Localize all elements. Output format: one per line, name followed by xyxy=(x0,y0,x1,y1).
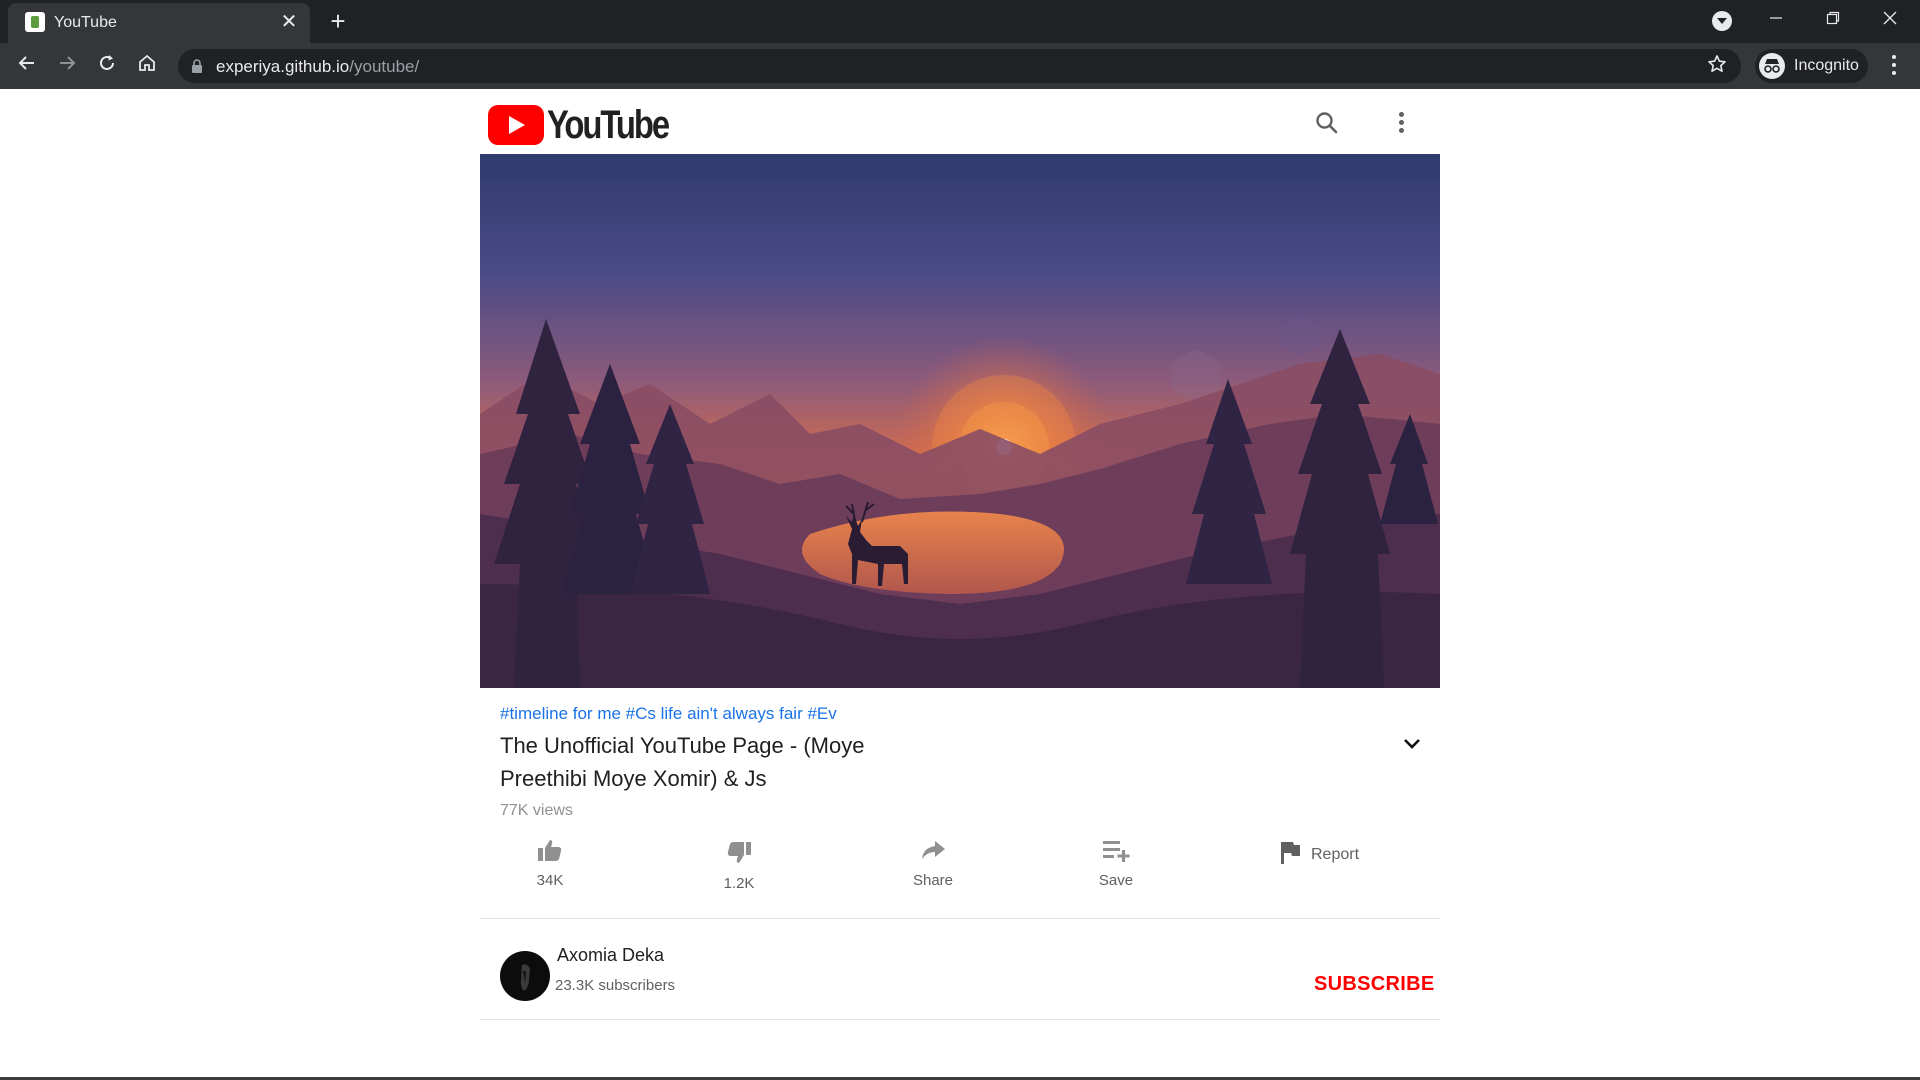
favicon-icon xyxy=(25,12,45,32)
divider xyxy=(480,918,1440,919)
browser-tab[interactable]: YouTube ✕ xyxy=(8,3,310,43)
tab-search-icon[interactable] xyxy=(1712,11,1732,31)
share-label: Share xyxy=(912,872,954,889)
subscriber-count: 23.3K subscribers xyxy=(555,977,676,994)
video-title: The Unofficial YouTube Page - (Moye Pree… xyxy=(500,733,865,791)
video-thumbnail xyxy=(480,154,1440,688)
reload-icon[interactable] xyxy=(92,51,122,81)
save-button[interactable]: Save xyxy=(1086,838,1146,889)
restore-icon[interactable] xyxy=(1805,0,1861,40)
tab-title: YouTube xyxy=(54,14,117,31)
channel-name[interactable]: Axomia Deka xyxy=(557,945,664,966)
like-count: 34K xyxy=(536,872,564,889)
home-icon[interactable] xyxy=(132,51,162,81)
dislike-button[interactable]: 1.2K xyxy=(713,841,765,892)
window-close-icon[interactable] xyxy=(1862,0,1918,40)
incognito-label: Incognito xyxy=(1794,57,1859,74)
new-tab-button[interactable]: + xyxy=(324,8,352,36)
youtube-header: YouTube xyxy=(480,89,1440,154)
youtube-logo[interactable]: YouTube xyxy=(488,102,695,147)
minimize-icon[interactable] xyxy=(1748,0,1804,40)
back-icon[interactable] xyxy=(12,51,42,81)
browser-toolbar: experiya.github.io/youtube/ Incognito xyxy=(0,43,1920,89)
more-vert-icon[interactable] xyxy=(1882,51,1906,81)
divider xyxy=(480,1019,1440,1020)
report-label: Report xyxy=(1311,845,1360,863)
address-bar[interactable]: experiya.github.io/youtube/ xyxy=(178,49,1741,83)
view-count: 77K views xyxy=(500,802,573,819)
like-button[interactable]: 34K xyxy=(524,838,576,889)
flag-icon xyxy=(1279,840,1301,869)
share-button[interactable]: Share xyxy=(898,838,968,889)
browser-tab-strip: YouTube ✕ + xyxy=(0,0,1920,43)
close-icon[interactable]: ✕ xyxy=(278,11,300,33)
incognito-profile-button[interactable]: Incognito xyxy=(1755,49,1868,83)
dislike-count: 1.2K xyxy=(723,875,755,892)
play-logo-icon xyxy=(488,105,544,145)
save-label: Save xyxy=(1098,872,1134,889)
share-icon xyxy=(898,838,968,866)
lock-icon[interactable] xyxy=(191,59,203,73)
page-content: YouTube #timeline for me #Cs life ain't … xyxy=(480,89,1440,1080)
report-button[interactable]: Report xyxy=(1279,840,1359,869)
subscribe-button[interactable]: SUBSCRIBE xyxy=(1314,973,1435,996)
incognito-icon xyxy=(1759,53,1785,79)
search-icon[interactable] xyxy=(1314,110,1340,136)
video-hashtags[interactable]: #timeline for me #Cs life ain't always f… xyxy=(500,704,837,724)
avatar[interactable] xyxy=(500,951,550,1001)
url-path: /youtube/ xyxy=(349,57,420,76)
thumbs-down-icon xyxy=(713,841,765,869)
url-text: experiya.github.io/youtube/ xyxy=(216,57,419,77)
logo-text: YouTube xyxy=(547,102,670,147)
forward-icon[interactable] xyxy=(52,51,82,81)
video-player[interactable] xyxy=(480,154,1440,688)
playlist-add-icon xyxy=(1086,838,1146,866)
star-icon[interactable] xyxy=(1705,54,1729,78)
chevron-down-icon[interactable] xyxy=(1398,730,1426,758)
more-vert-icon[interactable] xyxy=(1395,109,1407,135)
url-domain: experiya.github.io xyxy=(216,57,350,76)
thumbs-up-icon xyxy=(524,838,576,866)
